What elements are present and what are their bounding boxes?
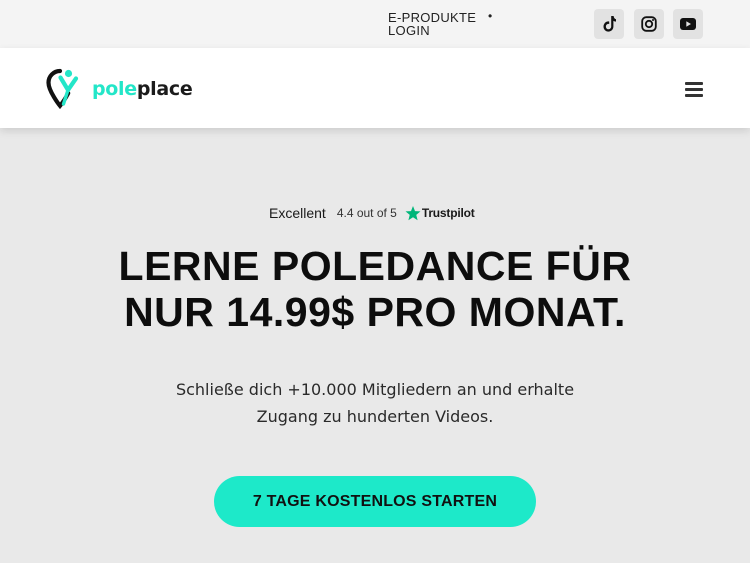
hero-headline-line1: LERNE POLEDANCE FÜR <box>118 243 632 289</box>
poleplace-logo[interactable]: poleplace <box>46 68 193 110</box>
trustpilot-score: 4.4 out of 5 <box>336 206 397 220</box>
instagram-button[interactable] <box>634 9 664 39</box>
youtube-icon <box>680 18 696 30</box>
logo-text-place: place <box>136 78 193 100</box>
hero-subtext-line2: Zugang zu hunderten Videos. <box>256 407 494 426</box>
logo-wordmark: poleplace <box>92 78 193 100</box>
hero-subtext-line1: Schließe dich +10.000 Mitgliedern an und… <box>175 380 575 399</box>
tiktok-icon <box>603 16 616 32</box>
trustpilot-star-icon <box>405 206 421 221</box>
nav-separator: • <box>488 9 493 23</box>
youtube-button[interactable] <box>673 9 703 39</box>
logo-text-pole: pole <box>92 78 137 100</box>
instagram-icon <box>641 16 657 32</box>
hero-subtext: Schließe dich +10.000 Mitgliedern an und… <box>0 376 750 430</box>
menu-line <box>685 88 703 91</box>
trustpilot-brand: Trustpilot <box>421 206 475 220</box>
trustpilot-rating-label: Excellent <box>269 205 326 221</box>
start-free-trial-button[interactable]: 7 TAGE KOSTENLOS STARTEN <box>214 476 536 527</box>
menu-line <box>685 94 703 97</box>
logo-pin-icon <box>46 68 79 110</box>
hamburger-menu-icon[interactable] <box>685 82 703 97</box>
tiktok-button[interactable] <box>594 9 624 39</box>
hero-headline: LERNE POLEDANCE FÜR NUR 14.99$ PRO MONAT… <box>0 243 750 335</box>
menu-line <box>685 82 703 85</box>
hero-headline-line2: NUR 14.99$ PRO MONAT. <box>124 289 626 335</box>
login-link[interactable]: LOGIN <box>388 24 476 37</box>
top-nav: E-PRODUKTE • LOGIN <box>388 10 492 38</box>
top-bar: E-PRODUKTE • LOGIN <box>0 0 750 48</box>
trustpilot-widget[interactable]: Excellent 4.4 out of 5 Trustpilot <box>269 203 475 223</box>
main-header: poleplace <box>0 48 750 128</box>
